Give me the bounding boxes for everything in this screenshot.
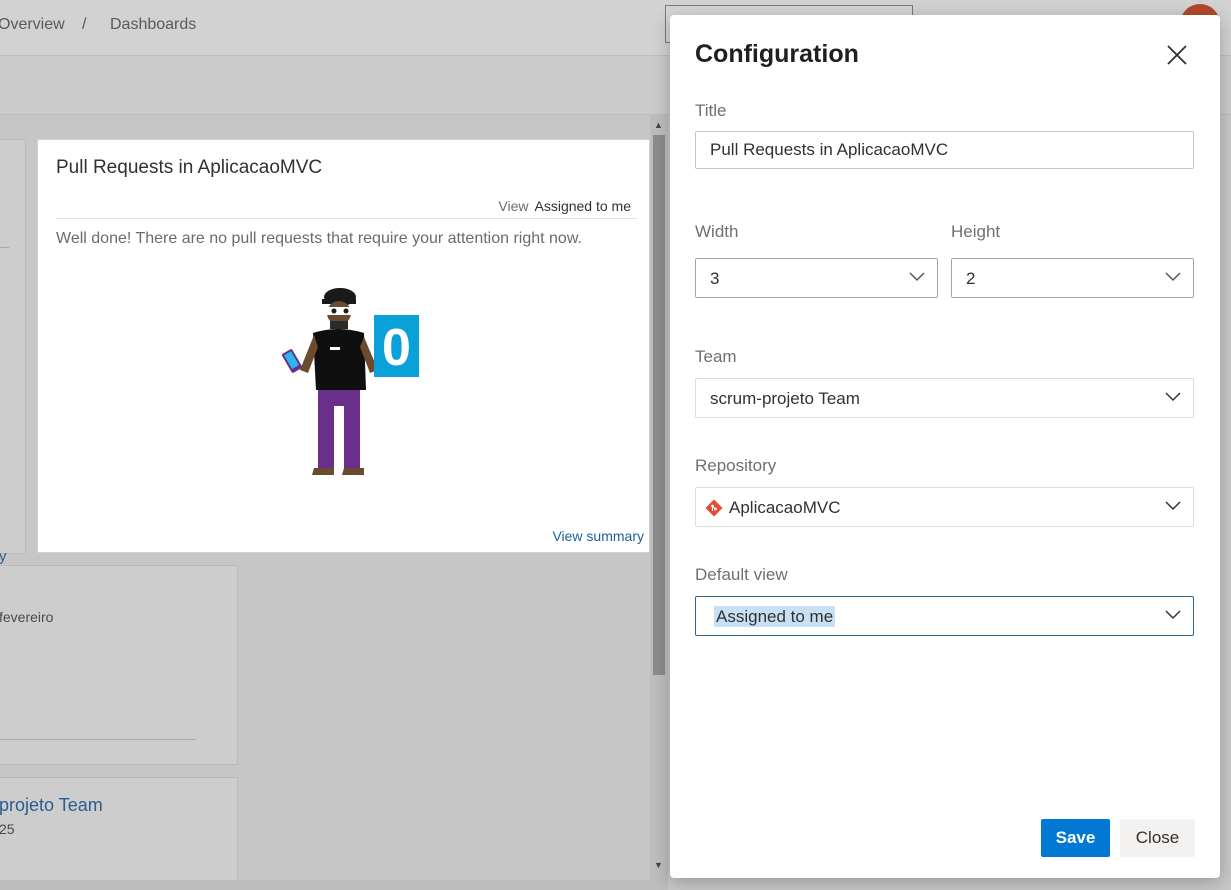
divider <box>0 739 196 740</box>
pull-requests-widget: Pull Requests in AplicacaoMVC View Assign… <box>37 139 650 553</box>
dashboard-canvas: y Pull Requests in AplicacaoMVC View Assi… <box>0 115 650 887</box>
title-input[interactable] <box>695 131 1194 169</box>
default-view-value: Assigned to me <box>714 606 836 627</box>
configuration-panel: Configuration Title Width 3 Height 2 Tea… <box>670 15 1220 878</box>
empty-state-message: Well done! There are no pull requests th… <box>56 230 582 247</box>
widget-tile: projeto Team 25 <box>0 777 238 887</box>
width-value: 3 <box>710 269 720 288</box>
chevron-down-icon <box>909 272 925 282</box>
scroll-thumb[interactable] <box>653 135 665 675</box>
view-summary-link[interactable]: View summary <box>552 528 644 544</box>
width-label: Width <box>695 222 739 241</box>
chevron-down-icon <box>1165 610 1181 620</box>
team-link[interactable]: projeto Team <box>0 795 103 816</box>
team-dropdown[interactable]: scrum-projeto Team <box>695 378 1194 418</box>
horizontal-scrollbar[interactable] <box>0 880 668 890</box>
default-view-dropdown[interactable]: Assigned to me <box>695 596 1194 636</box>
view-value[interactable]: Assigned to me <box>535 198 632 214</box>
width-dropdown[interactable]: 3 <box>695 258 938 298</box>
team-value: scrum-projeto Team <box>710 389 860 408</box>
close-icon[interactable] <box>1165 43 1189 67</box>
scroll-down-arrow[interactable]: ▼ <box>654 860 663 870</box>
widget-tile: fevereiro <box>0 565 238 765</box>
divider <box>56 218 637 219</box>
widget-title: Pull Requests in AplicacaoMVC <box>56 157 323 178</box>
date-label: fevereiro <box>0 609 54 625</box>
breadcrumb-separator: / <box>82 16 87 33</box>
tile-link[interactable]: y <box>0 548 7 565</box>
team-number: 25 <box>0 821 15 837</box>
count-label: 0 <box>382 319 411 377</box>
default-view-label: Default view <box>695 565 788 584</box>
chevron-down-icon <box>1165 272 1181 282</box>
person-holding-zero-illustration: 0 <box>282 288 419 475</box>
save-button[interactable]: Save <box>1041 819 1110 857</box>
breadcrumb-overview[interactable]: Overview <box>0 16 65 34</box>
breadcrumb-dashboards[interactable]: Dashboards <box>110 16 196 34</box>
height-value: 2 <box>966 269 976 288</box>
vertical-scrollbar[interactable]: ▲ ▼ <box>650 115 668 880</box>
chevron-down-icon <box>1165 501 1181 511</box>
height-label: Height <box>951 222 1001 241</box>
chevron-down-icon <box>1165 392 1181 402</box>
team-label: Team <box>695 347 737 366</box>
panel-title: Configuration <box>695 40 859 68</box>
git-repo-icon <box>705 499 723 517</box>
view-label: View <box>498 198 529 214</box>
height-dropdown[interactable]: 2 <box>951 258 1194 298</box>
repository-value: AplicacaoMVC <box>729 498 841 517</box>
title-label: Title <box>695 101 727 120</box>
close-button[interactable]: Close <box>1120 819 1195 857</box>
view-filter[interactable]: View Assigned to me <box>498 198 631 214</box>
scroll-up-arrow[interactable]: ▲ <box>654 120 663 130</box>
repository-label: Repository <box>695 456 777 475</box>
repository-dropdown[interactable]: AplicacaoMVC <box>695 487 1194 527</box>
widget-tile: y <box>0 139 26 565</box>
divider <box>0 247 9 248</box>
